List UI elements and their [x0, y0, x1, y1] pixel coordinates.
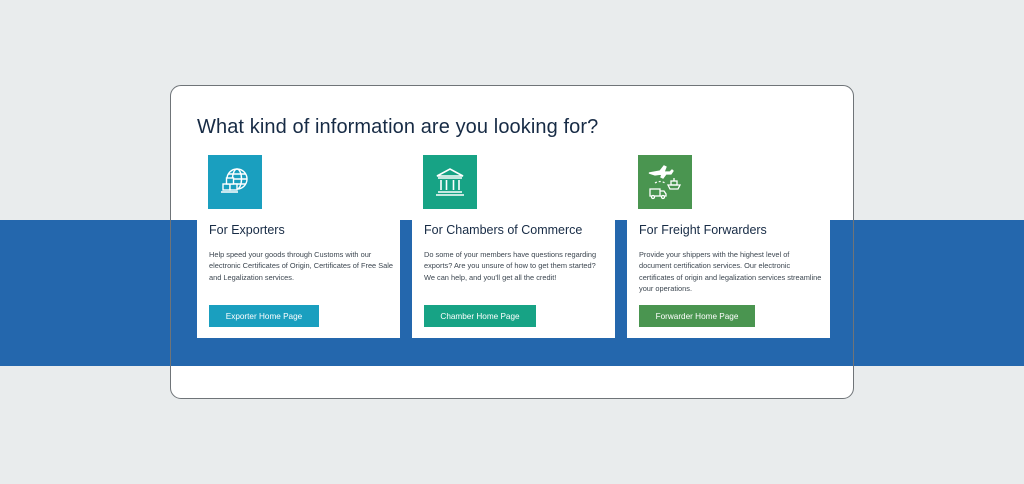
exporters-card: For Exporters Help speed your goods thro…	[197, 220, 400, 338]
card-description: Provide your shippers with the highest l…	[639, 250, 822, 293]
card-description: Do some of your members have questions r…	[424, 250, 597, 282]
page-heading: What kind of information are you looking…	[197, 116, 599, 138]
forwarder-home-button[interactable]: Forwarder Home Page	[639, 305, 755, 327]
forwarders-card: For Freight Forwarders Provide your ship…	[627, 220, 830, 338]
card-title: For Chambers of Commerce	[424, 223, 583, 237]
government-building-icon	[423, 155, 477, 209]
plane-ship-truck-icon	[638, 155, 692, 209]
card-description: Help speed your goods through Customs wi…	[209, 250, 394, 282]
globe-with-boxes-icon	[208, 155, 262, 209]
exporter-home-button[interactable]: Exporter Home Page	[209, 305, 319, 327]
card-title: For Freight Forwarders	[639, 223, 767, 237]
card-title: For Exporters	[209, 223, 285, 237]
chamber-home-button[interactable]: Chamber Home Page	[424, 305, 536, 327]
chambers-card: For Chambers of Commerce Do some of your…	[412, 220, 615, 338]
